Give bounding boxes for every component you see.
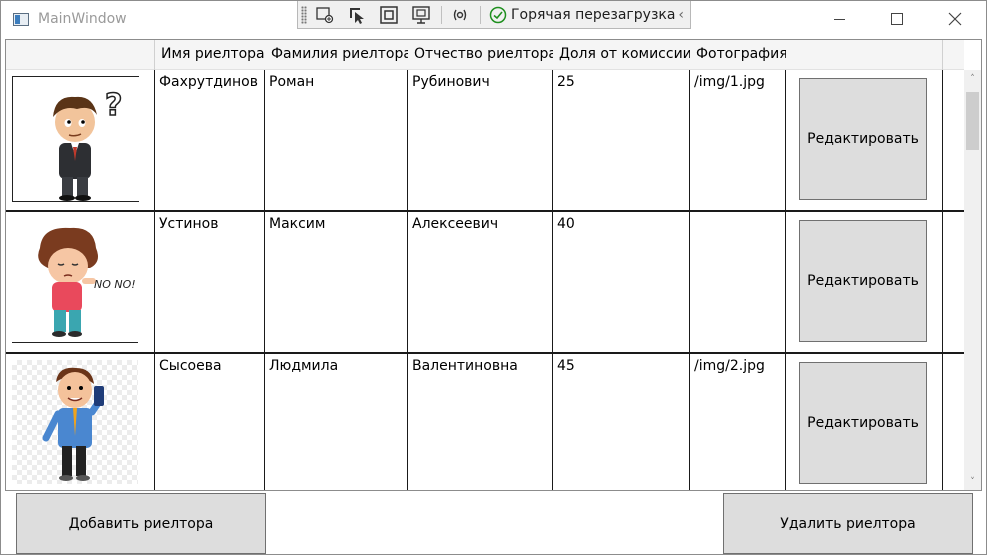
column-header-actions[interactable]	[786, 40, 942, 70]
photo-cell	[6, 354, 155, 490]
minimize-icon	[833, 18, 845, 20]
last-name-cell[interactable]: Роман	[265, 70, 408, 210]
column-header-last-name[interactable]: Фамилия риелтора	[265, 40, 408, 70]
photo-path-cell[interactable]	[690, 212, 786, 352]
window-title: MainWindow	[38, 11, 127, 27]
pointer-select-icon[interactable]	[345, 4, 369, 26]
last-name-cell[interactable]: Максим	[265, 212, 408, 352]
patronymic-cell[interactable]: Алексеевич	[408, 212, 553, 352]
app-icon	[13, 13, 29, 26]
realtor-photo: ?	[12, 76, 139, 202]
column-header-filler	[943, 40, 964, 70]
commission-cell[interactable]: 25	[553, 70, 690, 210]
maximize-icon	[891, 13, 903, 25]
column-header-photo[interactable]	[6, 40, 155, 70]
edit-button[interactable]: Редактировать	[799, 362, 927, 484]
main-window: MainWindow Горячая перезагрузка ‹ Имя ри…	[0, 0, 987, 555]
first-name-cell[interactable]: Сысоева	[155, 354, 265, 490]
realtor-photo: NO NO!	[12, 218, 138, 343]
check-circle-icon	[489, 6, 507, 23]
svg-text:?: ?	[105, 88, 122, 123]
chevron-left-icon[interactable]: ‹	[678, 7, 684, 23]
patronymic-cell[interactable]: Валентиновна	[408, 354, 553, 490]
patronymic-cell[interactable]: Рубинович	[408, 70, 553, 210]
edit-button[interactable]: Редактировать	[799, 220, 927, 342]
track-focused-element-icon[interactable]	[409, 4, 433, 26]
column-header-photo-path[interactable]: Фотография	[690, 40, 786, 70]
last-name-cell[interactable]: Людмила	[265, 354, 408, 490]
actions-cell: Редактировать	[786, 212, 943, 352]
xaml-dev-toolbar: Горячая перезагрузка ‹	[297, 1, 691, 29]
display-layout-adorners-icon[interactable]	[377, 4, 401, 26]
table-row[interactable]: Сысоева Людмила Валентиновна 45 /img/2.j…	[6, 354, 964, 490]
scroll-up-icon[interactable]: ˄	[964, 70, 981, 87]
photo-cell: NO NO!	[6, 212, 155, 352]
commission-cell[interactable]: 40	[553, 212, 690, 352]
add-realtor-button[interactable]: Добавить риелтора	[16, 493, 266, 554]
minimize-button[interactable]	[816, 1, 862, 37]
actions-cell: Редактировать	[786, 354, 943, 490]
photo-path-cell[interactable]: /img/2.jpg	[690, 354, 786, 490]
edit-button[interactable]: Редактировать	[799, 78, 927, 200]
photo-path-cell[interactable]: /img/1.jpg	[690, 70, 786, 210]
photo-caption: NO NO!	[94, 278, 136, 291]
realtor-photo	[12, 360, 138, 484]
maximize-button[interactable]	[874, 1, 920, 37]
first-name-cell[interactable]: Устинов	[155, 212, 265, 352]
column-header-first-name[interactable]: Имя риелтора	[155, 40, 265, 70]
actions-cell: Редактировать	[786, 70, 943, 210]
toolbar-separator	[441, 5, 442, 24]
scroll-down-icon[interactable]: ˅	[964, 473, 981, 490]
commission-cell[interactable]: 45	[553, 354, 690, 490]
table-row[interactable]: NO NO! Устинов Максим Алексеевич 40 Реда…	[6, 212, 964, 354]
delete-realtor-button[interactable]: Удалить риелтора	[723, 493, 973, 554]
toolbar-separator	[480, 5, 481, 24]
toolbar-grip[interactable]	[301, 5, 307, 24]
close-icon	[948, 12, 962, 26]
column-header-commission[interactable]: Доля от комиссии	[553, 40, 690, 70]
vertical-scrollbar[interactable]: ˄ ˅	[964, 70, 981, 490]
hot-reload-label: Горячая перезагрузка	[511, 6, 676, 23]
hot-reload-status[interactable]: Горячая перезагрузка	[489, 6, 675, 24]
table-row[interactable]: ? Фахрутдинов Роман Рубинович 25 /img/1.…	[6, 70, 964, 212]
first-name-cell[interactable]: Фахрутдинов	[155, 70, 265, 210]
column-header-patronymic[interactable]: Отчество риелтора	[408, 40, 553, 70]
scrollbar-thumb[interactable]	[966, 92, 979, 150]
binding-failures-icon[interactable]	[448, 4, 472, 26]
select-element-icon[interactable]	[313, 4, 337, 26]
close-button[interactable]	[932, 1, 978, 37]
photo-cell: ?	[6, 70, 155, 210]
realtors-datagrid[interactable]: Имя риелтора Фамилия риелтора Отчество р…	[5, 39, 982, 491]
